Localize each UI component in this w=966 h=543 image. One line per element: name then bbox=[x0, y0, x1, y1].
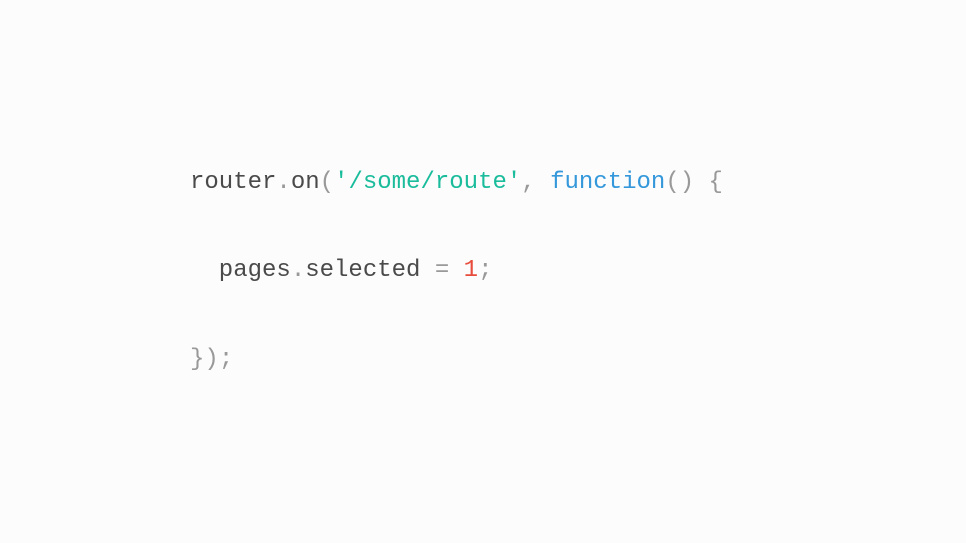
token-parens: () bbox=[665, 169, 694, 196]
token-string-route: '/some/route' bbox=[334, 169, 521, 196]
token-number: 1 bbox=[464, 257, 478, 284]
token-on: on bbox=[291, 169, 320, 196]
token-semicolon: ; bbox=[219, 346, 233, 373]
token-paren-close: ) bbox=[204, 346, 218, 373]
code-snippet: router.on('/some/route', function() { pa… bbox=[190, 116, 723, 427]
token-dot: . bbox=[291, 257, 305, 284]
token-space bbox=[694, 169, 708, 196]
token-brace-close: } bbox=[190, 346, 204, 373]
token-brace-open: { bbox=[709, 169, 723, 196]
token-function-keyword: function bbox=[550, 169, 665, 196]
token-semicolon: ; bbox=[478, 257, 492, 284]
token-comma: , bbox=[521, 169, 550, 196]
token-equals: = bbox=[420, 257, 463, 284]
code-line-3: }); bbox=[190, 338, 723, 382]
code-line-1: router.on('/some/route', function() { bbox=[190, 161, 723, 205]
token-router: router bbox=[190, 169, 276, 196]
token-pages: pages bbox=[219, 257, 291, 284]
token-selected: selected bbox=[305, 257, 420, 284]
token-paren-open: ( bbox=[320, 169, 334, 196]
token-dot: . bbox=[276, 169, 290, 196]
code-line-2: pages.selected = 1; bbox=[190, 249, 723, 293]
